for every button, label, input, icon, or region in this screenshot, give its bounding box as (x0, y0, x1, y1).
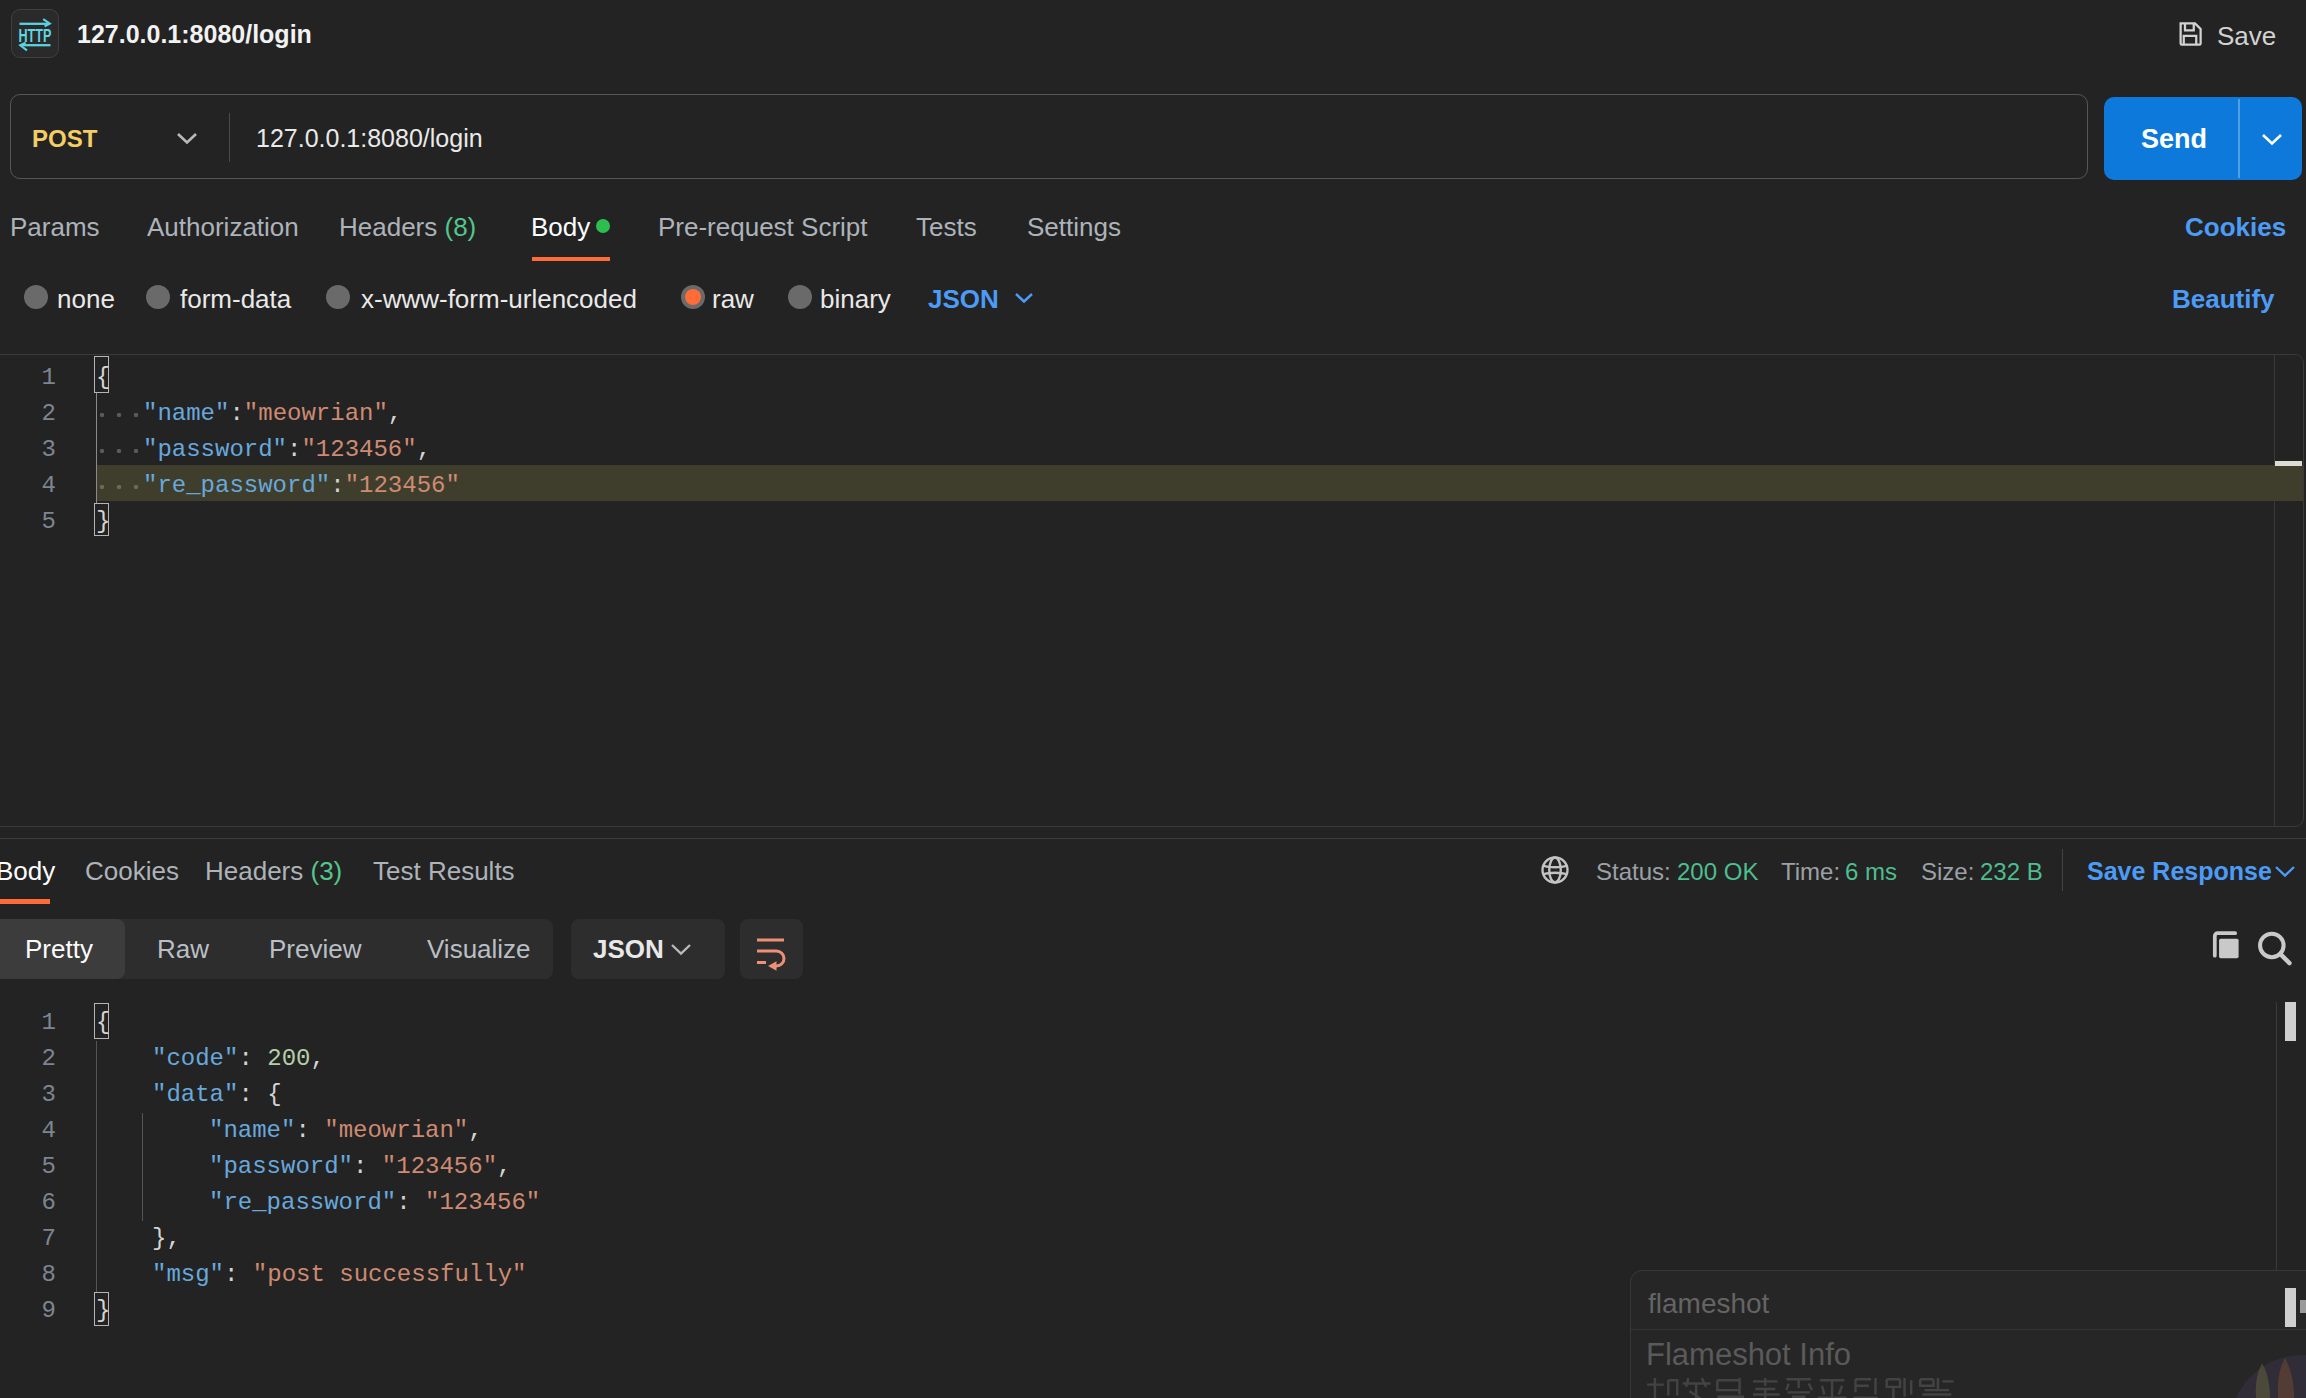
svg-text:HTTP: HTTP (18, 26, 51, 46)
